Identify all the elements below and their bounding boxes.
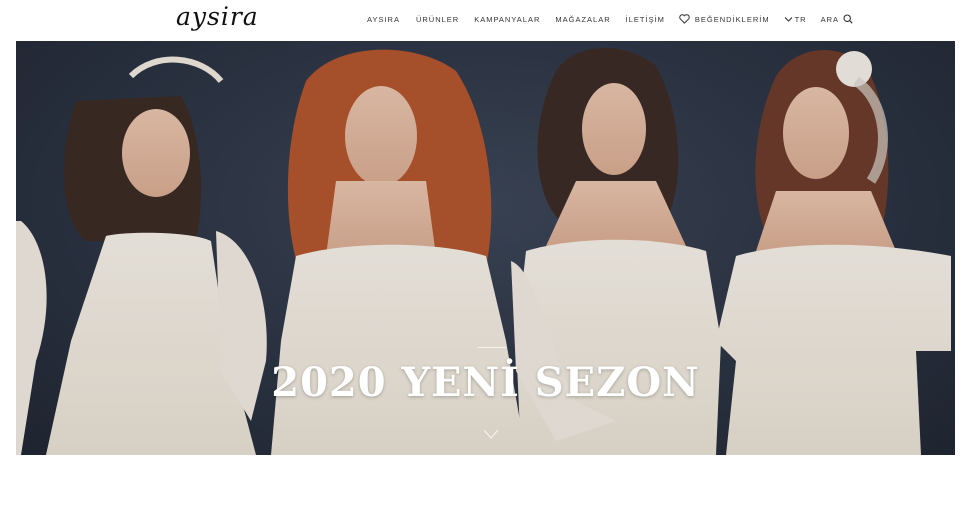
heart-icon bbox=[679, 14, 690, 24]
favorites-label: BEĞENDİKLERİM bbox=[694, 14, 770, 24]
search-button[interactable]: ARA bbox=[821, 14, 853, 24]
search-label: ARA bbox=[820, 14, 840, 24]
language-label: TR bbox=[794, 14, 807, 24]
hero-divider bbox=[478, 347, 506, 348]
chevron-down-icon bbox=[784, 16, 793, 23]
language-selector[interactable]: TR bbox=[784, 15, 807, 24]
nav-item-iletisim[interactable]: İLETİŞİM bbox=[626, 15, 665, 24]
nav-item-urunler[interactable]: ÜRÜNLER bbox=[416, 15, 459, 24]
scroll-chevron-icon[interactable] bbox=[482, 427, 500, 445]
favorites-link[interactable]: BEĞENDİKLERİM bbox=[679, 14, 770, 24]
search-icon bbox=[843, 14, 853, 24]
hero-banner[interactable]: 2020 YENİ SEZON bbox=[16, 41, 955, 455]
main-nav: AYSIRA ÜRÜNLER KAMPANYALAR MAĞAZALAR İLE… bbox=[367, 13, 853, 25]
logo[interactable]: aysira bbox=[176, 2, 259, 31]
nav-item-aysira[interactable]: AYSIRA bbox=[367, 15, 400, 24]
nav-item-magazalar[interactable]: MAĞAZALAR bbox=[555, 15, 610, 24]
hero-title: 2020 YENİ SEZON bbox=[271, 359, 700, 406]
site-header: aysira AYSIRA ÜRÜNLER KAMPANYALAR MAĞAZA… bbox=[0, 0, 973, 41]
nav-item-kampanyalar[interactable]: KAMPANYALAR bbox=[474, 15, 540, 24]
